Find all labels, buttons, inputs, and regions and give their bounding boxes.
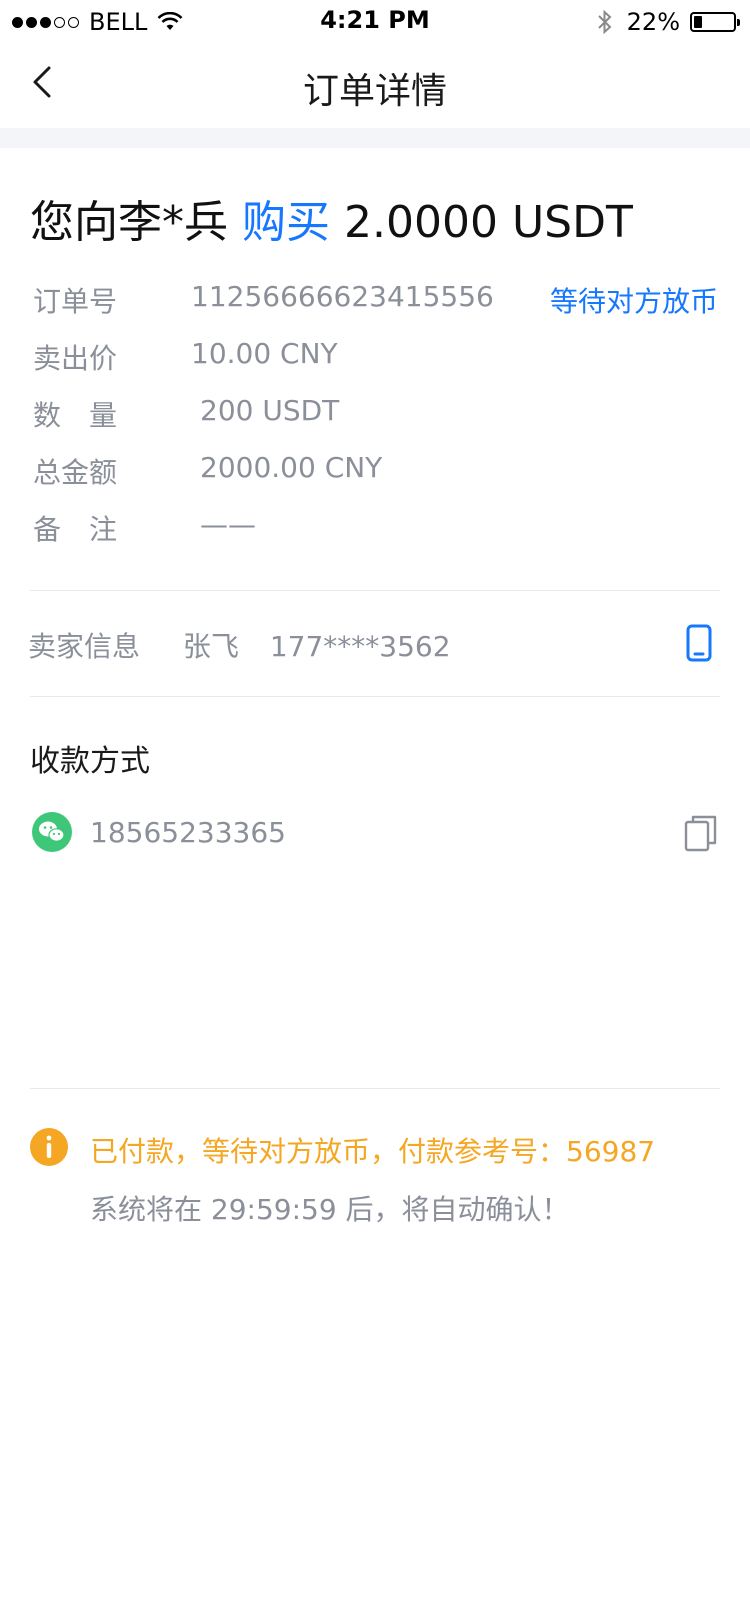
seller-phone: 177****3562 bbox=[269, 630, 451, 663]
field-label: 订单号 bbox=[33, 285, 118, 318]
nav-bar: 订单详情 bbox=[0, 40, 750, 128]
order-status-badge: 等待对方放币 bbox=[549, 285, 718, 318]
seller-label: 卖家信息 bbox=[28, 630, 141, 663]
battery-percent: 22% bbox=[626, 8, 680, 36]
field-label: 数 量 bbox=[33, 399, 118, 432]
payment-method-row: 18565233365 bbox=[30, 812, 720, 854]
total-amount-value: 2000.00 CNY bbox=[200, 451, 383, 484]
field-label: 卖出价 bbox=[33, 342, 118, 375]
divider bbox=[30, 590, 720, 591]
seller-name: 张飞 bbox=[182, 630, 239, 663]
status-bar: BELL 4:21 PM 22% bbox=[0, 0, 750, 40]
quantity-value: 200 USDT bbox=[200, 394, 340, 427]
headline-amount: 2.0000 USDT bbox=[344, 197, 633, 248]
field-label: 总金额 bbox=[33, 456, 118, 489]
divider bbox=[30, 1088, 720, 1089]
payment-account: 18565233365 bbox=[90, 816, 286, 849]
phone-icon[interactable] bbox=[686, 624, 712, 662]
order-number-value: 11256666623415556 bbox=[191, 280, 494, 313]
headline-counterparty: 您向李*兵 bbox=[30, 197, 228, 248]
field-label: 备 注 bbox=[33, 513, 118, 546]
battery-level bbox=[694, 16, 702, 28]
seller-info: 卖家信息 张飞 177****3562 bbox=[28, 625, 451, 665]
order-headline: 您向李*兵 购买 2.0000 USDT bbox=[30, 186, 633, 250]
bluetooth-icon bbox=[597, 9, 612, 35]
status-right: 22% bbox=[597, 8, 740, 36]
info-icon bbox=[30, 1128, 68, 1166]
battery-icon bbox=[690, 12, 740, 32]
copy-icon[interactable] bbox=[684, 814, 718, 852]
payment-section-title: 收款方式 bbox=[30, 744, 150, 779]
remark-value: —— bbox=[200, 508, 256, 541]
section-gap bbox=[0, 128, 750, 148]
divider bbox=[30, 696, 720, 697]
page-title: 订单详情 bbox=[302, 71, 447, 112]
wechat-icon bbox=[32, 812, 72, 852]
auto-confirm-countdown: 系统将在 29:59:59 后，将自动确认！ bbox=[90, 1193, 570, 1226]
sell-price-value: 10.00 CNY bbox=[191, 337, 338, 370]
payment-notice: 已付款，等待对方放币，付款参考号：56987 bbox=[90, 1135, 656, 1168]
headline-action: 购买 bbox=[242, 197, 330, 248]
